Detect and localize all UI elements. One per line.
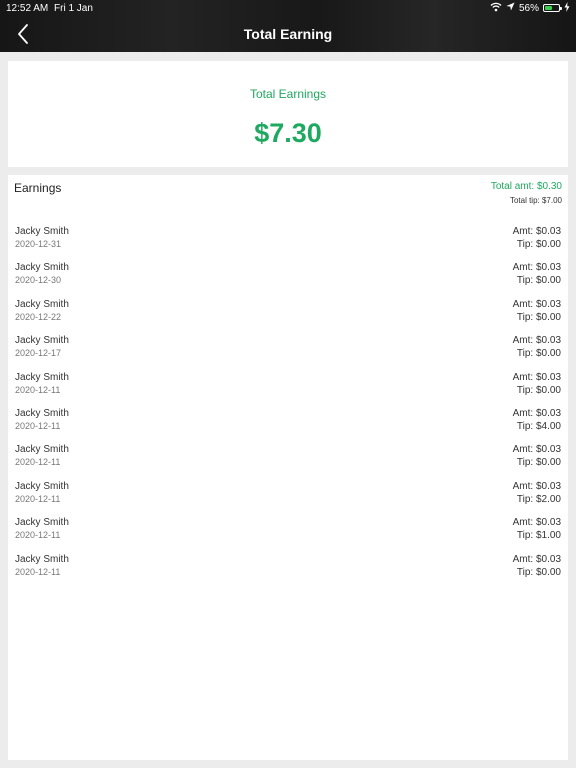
earning-amount: Amt: $0.03 (512, 480, 561, 492)
total-tip: Total tip: $7.00 (509, 196, 562, 205)
customer-name: Jacky Smith (15, 517, 69, 529)
earning-amount: Amt: $0.03 (512, 407, 561, 419)
earning-amount: Amt: $0.03 (512, 517, 561, 529)
earning-tip: Tip: $2.00 (516, 493, 561, 505)
customer-name: Jacky Smith (15, 480, 69, 492)
battery-cap (560, 7, 562, 10)
battery-level-fill (545, 6, 552, 10)
earning-date: 2020-12-17 (15, 348, 62, 359)
earning-tip: Tip: $0.00 (516, 384, 561, 396)
earning-tip: Tip: $1.00 (516, 530, 561, 542)
earning-tip: Tip: $4.00 (516, 420, 561, 432)
earning-amount: Amt: $0.03 (512, 226, 561, 237)
earning-date: 2020-12-31 (15, 239, 62, 249)
list-item[interactable]: Jacky Smith 2020-12-11 Amt: $0.03 Tip: $… (8, 480, 568, 516)
earning-date: 2020-12-11 (15, 420, 61, 431)
earning-amount: Amt: $0.03 (512, 262, 561, 274)
customer-name: Jacky Smith (15, 298, 69, 310)
customer-name: Jacky Smith (15, 444, 69, 456)
list-item[interactable]: Jacky Smith 2020-12-31 Amt: $0.03 Tip: $… (8, 225, 568, 261)
earning-tip: Tip: $0.00 (516, 311, 561, 323)
earning-amount: Amt: $0.03 (512, 335, 561, 347)
list-item[interactable]: Jacky Smith 2020-12-11 Amt: $0.03 Tip: $… (8, 371, 568, 407)
charging-bolt-icon (564, 1, 570, 15)
list-item[interactable]: Jacky Smith 2020-12-11 Amt: $0.03 Tip: $… (8, 407, 568, 443)
earnings-heading: Earnings (14, 181, 62, 195)
total-earnings-card: Total Earnings $7.30 (8, 61, 568, 167)
location-arrow-icon (506, 2, 515, 14)
battery-percent: 56% (518, 2, 539, 14)
total-amount: Total amt: $0.30 (490, 181, 562, 192)
earning-tip: Tip: $0.00 (516, 348, 561, 360)
status-date: Fri 1 Jan (54, 3, 93, 14)
earning-date: 2020-12-30 (15, 275, 62, 286)
list-item[interactable]: Jacky Smith 2020-12-30 Amt: $0.03 Tip: $… (8, 261, 568, 297)
status-indicators: 56% (490, 1, 570, 15)
customer-name: Jacky Smith (15, 335, 69, 347)
earning-tip: Tip: $0.00 (516, 239, 561, 250)
wifi-icon (490, 2, 502, 15)
customer-name: Jacky Smith (15, 371, 69, 383)
status-time: 12:52 AM (6, 3, 49, 14)
earning-date: 2020-12-11 (15, 457, 61, 468)
list-item[interactable]: Jacky Smith 2020-12-11 Amt: $0.03 Tip: $… (8, 553, 568, 589)
customer-name: Jacky Smith (15, 553, 69, 565)
list-item[interactable]: Jacky Smith 2020-12-17 Amt: $0.03 Tip: $… (8, 334, 568, 370)
earning-date: 2020-12-11 (15, 493, 61, 504)
earnings-list-card: Earnings Total amt: $0.30 Total tip: $7.… (8, 175, 568, 760)
list-item[interactable]: Jacky Smith 2020-12-11 Amt: $0.03 Tip: $… (8, 516, 568, 552)
navigation-bar: 12:52 AM Fri 1 Jan 56% Total Earning (0, 0, 576, 52)
customer-name: Jacky Smith (15, 226, 69, 237)
customer-name: Jacky Smith (15, 262, 69, 274)
earning-tip: Tip: $0.00 (516, 457, 561, 469)
earning-tip: Tip: $0.00 (516, 566, 561, 578)
battery-icon (543, 4, 562, 12)
earning-amount: Amt: $0.03 (512, 553, 561, 565)
earning-tip: Tip: $0.00 (516, 275, 561, 287)
earnings-list: Jacky Smith 2020-12-31 Amt: $0.03 Tip: $… (8, 225, 568, 589)
customer-name: Jacky Smith (15, 407, 69, 419)
earning-date: 2020-12-11 (15, 530, 61, 541)
list-item[interactable]: Jacky Smith 2020-12-11 Amt: $0.03 Tip: $… (8, 443, 568, 479)
earning-date: 2020-12-11 (15, 384, 61, 395)
page-title: Total Earning (243, 26, 333, 42)
earning-amount: Amt: $0.03 (512, 444, 561, 456)
list-item[interactable]: Jacky Smith 2020-12-22 Amt: $0.03 Tip: $… (8, 298, 568, 334)
earning-amount: Amt: $0.03 (512, 298, 561, 310)
earning-date: 2020-12-11 (15, 566, 61, 577)
total-earnings-label: Total Earnings (249, 87, 327, 101)
earning-amount: Amt: $0.03 (512, 371, 561, 383)
total-earnings-value: $7.30 (254, 118, 322, 148)
earning-date: 2020-12-22 (15, 311, 62, 322)
